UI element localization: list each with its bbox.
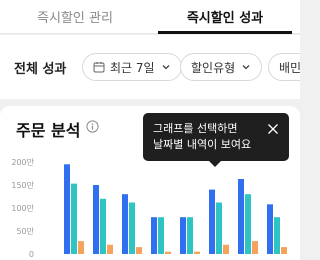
y-tick-label: 100만 <box>11 204 34 213</box>
bar-1-7[interactable] <box>238 179 244 254</box>
y-axis: 200만 150만 100만 50만 0 <box>11 158 34 259</box>
bar-1-1[interactable] <box>64 164 70 254</box>
chevron-down-icon <box>242 65 250 70</box>
discount-type-filter-chip[interactable]: 할인유형 <box>180 53 263 81</box>
period-filter-label: 최근 7일 <box>110 60 155 75</box>
third-filter-label: 배민 <box>279 60 300 75</box>
filter-bar: 전체 성과 최근 7일 할인유형 배민 <box>0 35 300 99</box>
y-tick-label: 50만 <box>16 227 34 236</box>
tab-bar: 즉시할인 관리 즉시할인 성과 <box>0 0 300 34</box>
bar-3-8[interactable] <box>281 247 287 254</box>
chart-hint-tooltip: 그래프를 선택하면 날짜별 내역이 보여요 <box>143 113 289 167</box>
bar-group <box>64 164 287 254</box>
overall-performance-title: 전체 성과 <box>14 62 67 77</box>
bar-2-7[interactable] <box>245 194 251 254</box>
calendar-icon <box>93 62 105 73</box>
y-tick-label: 200만 <box>11 158 34 167</box>
tab-discount-management[interactable]: 즉시할인 관리 <box>0 0 150 33</box>
bar-1-3[interactable] <box>122 194 128 254</box>
bar-2-2[interactable] <box>100 198 106 254</box>
y-tick-label: 0 <box>29 250 34 259</box>
bar-2-4[interactable] <box>158 217 164 254</box>
bar-2-1[interactable] <box>71 183 77 254</box>
bar-3-5[interactable] <box>194 251 200 254</box>
chevron-down-icon <box>162 65 170 70</box>
bar-3-2[interactable] <box>107 244 113 254</box>
close-icon[interactable] <box>267 123 279 135</box>
y-tick-label: 150만 <box>11 181 34 190</box>
bar-3-4[interactable] <box>165 251 171 254</box>
order-analysis-title: 주문 분석 <box>16 121 81 140</box>
discount-type-filter-label: 할인유형 <box>191 60 236 75</box>
bar-3-3[interactable] <box>136 247 142 254</box>
bar-1-6[interactable] <box>209 189 215 254</box>
info-icon[interactable] <box>86 120 99 133</box>
bar-1-5[interactable] <box>180 217 186 254</box>
tab-discount-performance[interactable]: 즉시할인 성과 <box>150 0 300 34</box>
bar-2-8[interactable] <box>274 217 280 254</box>
bar-1-2[interactable] <box>93 185 99 254</box>
bar-1-8[interactable] <box>267 204 273 254</box>
bar-2-3[interactable] <box>129 202 135 254</box>
bar-3-6[interactable] <box>223 244 229 254</box>
bar-2-6[interactable] <box>216 202 222 254</box>
bar-1-4[interactable] <box>151 217 157 254</box>
period-filter-chip[interactable]: 최근 7일 <box>82 53 182 81</box>
bar-2-5[interactable] <box>187 217 193 254</box>
bar-3-1[interactable] <box>78 241 84 254</box>
third-filter-chip[interactable]: 배민 <box>268 53 300 81</box>
bar-3-7[interactable] <box>252 241 258 254</box>
tooltip-line-2: 날짜별 내역이 보여요 <box>153 138 252 151</box>
